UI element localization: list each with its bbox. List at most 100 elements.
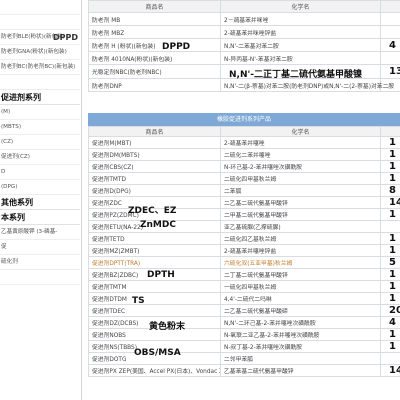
sidebar-section: 本系列 bbox=[0, 210, 80, 225]
product-name-cell: 促进剂CBS(CZ) bbox=[88, 160, 221, 173]
table-row[interactable]: 促进剂CBS(CZ) N-环己基-2-苯并噻唑次磺酰胺 1 bbox=[88, 160, 400, 173]
sidebar-item[interactable]: 促 bbox=[0, 240, 80, 255]
value-cell: 1 bbox=[380, 136, 400, 149]
table-row[interactable]: 促进剂TETD 二硫化四乙基秋兰姆 1 bbox=[88, 232, 400, 245]
table-row[interactable]: 防老剂 MB 2－巯基苯并咪唑 bbox=[88, 12, 400, 26]
sidebar-item[interactable]: 防老剂BC(防老剂BC)(新包装) bbox=[0, 60, 80, 75]
value-cell bbox=[380, 352, 400, 365]
sidebar-item-label: 其他系列 bbox=[1, 198, 33, 207]
column-header: 商品名 bbox=[88, 126, 221, 137]
table-row[interactable]: 促进剂DZ(DCBS) N,N'-二环己基-2-苯并噻唑次磺酰胺 4 bbox=[88, 316, 400, 329]
table-row[interactable]: 防老剂DNP N,N'-二(β-萘基)对苯二胺(防老剂DNP)或N,N'-二(2-… bbox=[88, 78, 400, 92]
sidebar-section: 促进剂系列 bbox=[0, 90, 80, 105]
sidebar-item[interactable]: 防老剂BLE(粉状)(新包装) DPPD bbox=[0, 30, 80, 45]
sidebar-item-label: 硫化剂 bbox=[1, 259, 18, 265]
sidebar-item[interactable] bbox=[0, 15, 80, 30]
chemical-name-cell: 二邻甲苯胍 bbox=[220, 352, 381, 365]
sidebar-item-note: DPPD bbox=[52, 33, 78, 42]
chemical-name-cell: N,N'-二环己基-2-苯并噻唑次磺酰胺 bbox=[220, 316, 381, 329]
table-row[interactable]: 促进剂PX ZEP(美国、Accel PX(日本)、Vondac ZEP(英国)… bbox=[88, 364, 400, 377]
sidebar-item[interactable]: 促进剂(CZ) bbox=[0, 150, 80, 165]
value-cell bbox=[380, 12, 400, 26]
sidebar-item[interactable] bbox=[0, 75, 80, 90]
table-row[interactable]: 促进剂DPTT(TRA) 六硫化双(五亚甲基)秋兰姆 5 bbox=[88, 256, 400, 269]
table-row[interactable]: 促进剂NOBS N-氧联二亚乙基-2-苯并噻唑次磺酰胺 1 bbox=[88, 328, 400, 341]
product-name-cell: 促进剂DM(MBTS) bbox=[88, 148, 221, 161]
sidebar-item[interactable]: (CZ) bbox=[0, 135, 80, 150]
product-name-cell: 促进剂M(MBT) bbox=[88, 136, 221, 149]
chemical-name-cell: 2-巯基苯并咪唑锌盐 bbox=[220, 25, 381, 39]
sidebar-item[interactable] bbox=[0, 0, 80, 15]
value-cell: 1 bbox=[380, 232, 400, 245]
sidebar-item[interactable]: 乙基黄原酸钾 (3-磷基- bbox=[0, 225, 80, 240]
accelerator-section-banner: 橡胶促进剂系列产品 bbox=[88, 113, 400, 126]
table-row[interactable]: 促进剂TMTM 一硫化四甲基秋兰姆 1 bbox=[88, 280, 400, 293]
sidebar-item[interactable]: 硫化剂 bbox=[0, 255, 80, 270]
sidebar-section: 其他系列 bbox=[0, 195, 80, 210]
product-name-cell: 促进剂DPTT(TRA) bbox=[88, 256, 221, 269]
value-cell: 4 bbox=[380, 316, 400, 329]
table-row[interactable]: 促进剂TDEC二乙基二硫代氨基甲酸碲20 bbox=[88, 304, 400, 317]
sidebar: 防老剂BLE(粉状)(新包装) DPPD 防老剂GNA(粉状)(新包装) 防老剂BC(… bbox=[0, 0, 82, 400]
table-row[interactable]: 促进剂M(MBT) 2-巯基苯并噻唑 1 bbox=[88, 136, 400, 149]
chemical-name-cell: 二硫化四乙基秋兰姆 bbox=[220, 232, 381, 245]
product-name-cell: 促进剂DTDM bbox=[88, 292, 221, 305]
sidebar-item-label: 乙基黄原酸钾 (3-磷基- bbox=[1, 229, 58, 235]
table-row[interactable]: 防老剂 MBZ 2-巯基苯并咪唑锌盐 bbox=[88, 25, 400, 39]
sidebar-item[interactable]: 防老剂GNA(粉状)(新包装) bbox=[0, 45, 80, 60]
table-row[interactable]: 促进剂MZ(ZMBT) 2-巯基苯并噻唑锌盐 1 bbox=[88, 244, 400, 257]
zmdc-annotation: ZnMDC bbox=[140, 220, 176, 230]
zdec-annotation: ZDEC、EZ bbox=[128, 206, 177, 216]
chemical-name-cell: N-氧联二亚乙基-2-苯并噻唑次磺酰胺 bbox=[220, 328, 381, 341]
sidebar-item-label: (CZ) bbox=[1, 139, 14, 145]
value-cell: 1 bbox=[380, 280, 400, 293]
table-row[interactable]: 防老剂 4010NA(粉状)(新包装) N-异丙基-N'-苯基对苯二胺 bbox=[88, 51, 400, 65]
column-header-value bbox=[380, 126, 400, 137]
product-name-cell: 促进剂D(DPG) bbox=[88, 184, 221, 197]
column-header-value bbox=[380, 0, 400, 13]
value-cell: 1 bbox=[380, 268, 400, 281]
product-name-cell: 防老剂 4010NA(粉状)(新包装) bbox=[88, 51, 221, 65]
value-cell: 5 bbox=[380, 256, 400, 269]
accelerator-table: 商品名 化学名 促进剂M(MBT) 2-巯基苯并噻唑 1 促进剂DM(MBTS) 二硫化二苯… bbox=[88, 126, 400, 377]
table-row[interactable]: 促进剂ETU(NA-22) 亚乙基硫脲(乙撑硫脲) bbox=[88, 220, 400, 233]
sidebar-item-label: D bbox=[1, 169, 6, 175]
chemical-name-cell: 二丁基二硫代氨基甲酸锌 bbox=[220, 268, 381, 281]
table-row[interactable]: 促进剂BZ(ZDBC) 二丁基二硫代氨基甲酸锌 1 bbox=[88, 268, 400, 281]
table-row[interactable]: 促进剂TMTD 二硫化四甲基秋兰姆 1 bbox=[88, 172, 400, 185]
table-header-row: 商品名 化学名 bbox=[88, 0, 400, 13]
sidebar-item[interactable]: (M) bbox=[0, 105, 80, 120]
table-row[interactable]: 促进剂D(DPG) 二苯胍 8 bbox=[88, 184, 400, 197]
column-header: 商品名 bbox=[88, 0, 221, 13]
sidebar-item[interactable]: (MBTS) bbox=[0, 120, 80, 135]
yellow-powder-annotation: 黄色粉末 bbox=[149, 322, 186, 332]
chemical-name-cell: 二苯胍 bbox=[220, 184, 381, 197]
chemical-name-cell: 2-巯基苯并噻唑锌盐 bbox=[220, 244, 381, 257]
table-row[interactable]: 促进剂DM(MBTS) 二硫化二苯并噻唑 1 bbox=[88, 148, 400, 161]
value-cell: 1 bbox=[380, 292, 400, 305]
chemical-name-cell: N,N'-二(β-萘基)对苯二胺(防老剂DNP)或N,N'-二(2-萘基)对苯二… bbox=[220, 78, 394, 92]
table-row[interactable]: 防老剂 H (粉状)(新包装) N,N'-二苯基对苯二胺 4 bbox=[88, 38, 400, 52]
sidebar-item-label: 促进剂系列 bbox=[1, 93, 41, 102]
product-name-cell: 防老剂 MBZ bbox=[88, 25, 221, 39]
sidebar-item[interactable]: D bbox=[0, 165, 80, 180]
obs-msa-annotation: OBS/MSA bbox=[134, 348, 181, 358]
sidebar-item-label: 防老剂GNA(粉状)(新包装) bbox=[1, 49, 67, 55]
chemical-name-cell: N,N'-二苯基对苯二胺 bbox=[220, 38, 381, 52]
product-name-cell: 防老剂DNP bbox=[88, 78, 221, 92]
product-name-cell: 促进剂PX ZEP(美国、Accel PX(日本)、Vondac ZEP(英国)… bbox=[88, 364, 221, 377]
sidebar-item-label: (DPG) bbox=[1, 184, 18, 190]
chemical-name-cell: N-异丙基-N'-苯基对苯二胺 bbox=[220, 51, 381, 65]
dppd-annotation: DPPD bbox=[162, 42, 191, 52]
chemical-name-cell: 二乙基二硫代氨基甲酸锌 bbox=[220, 196, 381, 209]
value-cell: 1 bbox=[380, 244, 400, 257]
chemical-name-cell: 乙基苯基二硫代氨基甲酸锌 bbox=[220, 364, 381, 377]
sidebar-item[interactable]: (DPG) bbox=[0, 180, 80, 195]
product-name-cell: 防老剂 H (粉状)(新包装) bbox=[88, 38, 221, 52]
product-name-cell: 促进剂MZ(ZMBT) bbox=[88, 244, 221, 257]
chemical-name-cell: 二乙基二硫代氨基甲酸碲 bbox=[220, 304, 381, 317]
product-name-cell: 促进剂TDEC bbox=[88, 304, 221, 317]
sidebar-item[interactable] bbox=[0, 270, 80, 285]
sidebar-item-label: (M) bbox=[1, 109, 11, 115]
sidebar-item-label: 促进剂(CZ) bbox=[1, 154, 30, 160]
